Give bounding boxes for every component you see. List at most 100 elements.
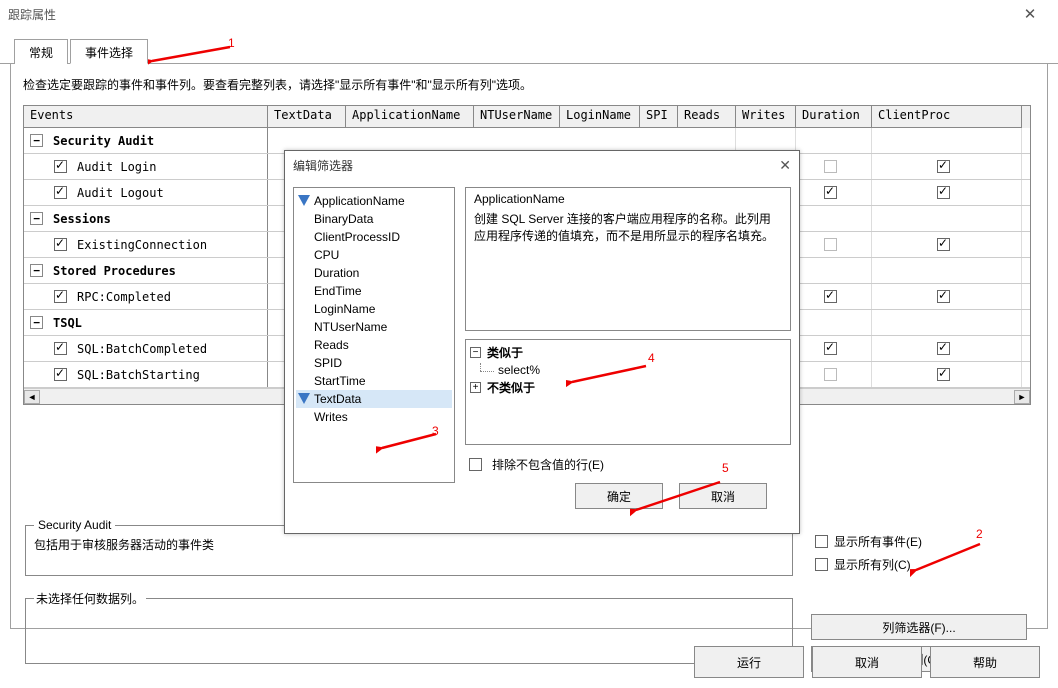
instruction-text: 检查选定要跟踪的事件和事件列。要查看完整列表，请选择"显示所有事件"和"显示所有…: [23, 76, 1035, 93]
event-checkbox[interactable]: [54, 368, 67, 381]
duration-checkbox[interactable]: [824, 160, 837, 173]
event-label: SQL:BatchCompleted: [77, 342, 207, 356]
cancel-button-modal[interactable]: 取消: [679, 483, 767, 509]
filter-item-reads[interactable]: Reads: [296, 336, 452, 354]
col-writes[interactable]: Writes: [736, 106, 796, 128]
tab-strip: 常规 事件选择: [0, 38, 1058, 64]
annotation-2: 2: [976, 527, 983, 541]
scroll-left-icon[interactable]: ◄: [24, 390, 40, 404]
tree-node-like-value[interactable]: select%: [470, 363, 786, 377]
col-appname[interactable]: ApplicationName: [346, 106, 474, 128]
filter-item-clientprocessid[interactable]: ClientProcessID: [296, 228, 452, 246]
filter-item-textdata[interactable]: TextData: [296, 390, 452, 408]
group-label: Security Audit: [53, 134, 154, 148]
bottom-bar: 运行 取消 帮助: [694, 646, 1040, 678]
filter-value[interactable]: select%: [498, 363, 540, 377]
event-checkbox[interactable]: [54, 160, 67, 173]
collapse-icon[interactable]: −: [30, 134, 43, 147]
event-label: ExistingConnection: [77, 238, 207, 252]
like-label: 类似于: [487, 344, 523, 361]
expand-icon[interactable]: +: [470, 382, 481, 393]
filter-item-starttime[interactable]: StartTime: [296, 372, 452, 390]
filter-item-writes[interactable]: Writes: [296, 408, 452, 426]
help-button[interactable]: 帮助: [930, 646, 1040, 678]
show-all-cols-checkbox[interactable]: [815, 558, 828, 571]
filter-item-ntusername[interactable]: NTUserName: [296, 318, 452, 336]
window-title-bar: 跟踪属性 ✕: [0, 0, 1058, 28]
filter-item-duration[interactable]: Duration: [296, 264, 452, 282]
exclude-empty-checkbox[interactable]: [469, 458, 482, 471]
duration-checkbox[interactable]: [824, 342, 837, 355]
event-checkbox[interactable]: [54, 186, 67, 199]
exclude-label: 排除不包含值的行(E): [492, 456, 604, 473]
column-filter-button[interactable]: 列筛选器(F)...: [811, 614, 1027, 640]
show-all-events-checkbox[interactable]: [815, 535, 828, 548]
filter-item-spid[interactable]: SPID: [296, 354, 452, 372]
clientproc-checkbox[interactable]: [937, 160, 950, 173]
filter-item-applicationname[interactable]: ApplicationName: [296, 192, 452, 210]
group-label: TSQL: [53, 316, 82, 330]
col-textdata[interactable]: TextData: [268, 106, 346, 128]
notlike-label: 不类似于: [487, 379, 535, 396]
sec-audit-legend: Security Audit: [34, 518, 115, 532]
event-label: SQL:BatchStarting: [77, 368, 200, 382]
scroll-right-icon[interactable]: ►: [1014, 390, 1030, 404]
filter-description: ApplicationName 创建 SQL Server 连接的客户端应用程序…: [465, 187, 791, 331]
filter-item-cpu[interactable]: CPU: [296, 246, 452, 264]
filter-condition-tree[interactable]: − 类似于 select% + 不类似于: [465, 339, 791, 445]
col-ntuser[interactable]: NTUserName: [474, 106, 560, 128]
event-label: Audit Logout: [77, 186, 164, 200]
cancel-button[interactable]: 取消: [812, 646, 922, 678]
clientproc-checkbox[interactable]: [937, 368, 950, 381]
collapse-icon[interactable]: −: [30, 264, 43, 277]
col-reads[interactable]: Reads: [678, 106, 736, 128]
right-options: 显示所有事件(E) 显示所有列(C): [811, 532, 922, 578]
annotation-3: 3: [432, 424, 439, 438]
col-duration[interactable]: Duration: [796, 106, 872, 128]
col-events[interactable]: Events: [24, 106, 268, 128]
filter-desc-title: ApplicationName: [474, 192, 782, 206]
show-all-cols-label: 显示所有列(C): [834, 556, 911, 573]
group-label: Sessions: [53, 212, 111, 226]
event-label: Audit Login: [77, 160, 156, 174]
col-spi[interactable]: SPI: [640, 106, 678, 128]
close-icon[interactable]: ✕: [779, 157, 791, 174]
tree-node-like[interactable]: − 类似于: [470, 344, 786, 361]
col-clientproc[interactable]: ClientProc: [872, 106, 1022, 128]
edit-filter-dialog: 编辑筛选器 ✕ ApplicationName BinaryData Clien…: [284, 150, 800, 534]
duration-checkbox[interactable]: [824, 290, 837, 303]
filter-item-endtime[interactable]: EndTime: [296, 282, 452, 300]
col-loginname[interactable]: LoginName: [560, 106, 640, 128]
collapse-icon[interactable]: −: [30, 316, 43, 329]
group-label: Stored Procedures: [53, 264, 176, 278]
run-button[interactable]: 运行: [694, 646, 804, 678]
show-all-events-label: 显示所有事件(E): [834, 533, 922, 550]
no-selection-legend: 未选择任何数据列。: [34, 590, 146, 607]
event-checkbox[interactable]: [54, 342, 67, 355]
annotation-4: 4: [648, 351, 655, 365]
clientproc-checkbox[interactable]: [937, 290, 950, 303]
event-checkbox[interactable]: [54, 238, 67, 251]
grid-header: Events TextData ApplicationName NTUserNa…: [24, 106, 1030, 128]
duration-checkbox[interactable]: [824, 238, 837, 251]
clientproc-checkbox[interactable]: [937, 342, 950, 355]
collapse-icon[interactable]: −: [30, 212, 43, 225]
filter-item-loginname[interactable]: LoginName: [296, 300, 452, 318]
duration-checkbox[interactable]: [824, 186, 837, 199]
clientproc-checkbox[interactable]: [937, 238, 950, 251]
ok-button[interactable]: 确定: [575, 483, 663, 509]
event-checkbox[interactable]: [54, 290, 67, 303]
filter-item-binarydata[interactable]: BinaryData: [296, 210, 452, 228]
filter-desc-body: 创建 SQL Server 连接的客户端应用程序的名称。此列用应用程序传递的值填…: [474, 210, 782, 244]
duration-checkbox[interactable]: [824, 368, 837, 381]
tree-node-notlike[interactable]: + 不类似于: [470, 379, 786, 396]
tab-general[interactable]: 常规: [14, 39, 68, 64]
collapse-icon[interactable]: −: [470, 347, 481, 358]
clientproc-checkbox[interactable]: [937, 186, 950, 199]
tab-event-selection[interactable]: 事件选择: [70, 39, 148, 64]
event-label: RPC:Completed: [77, 290, 171, 304]
annotation-5: 5: [722, 461, 729, 475]
window-title: 跟踪属性: [8, 6, 1010, 23]
filter-column-list[interactable]: ApplicationName BinaryData ClientProcess…: [293, 187, 455, 483]
close-icon[interactable]: ✕: [1010, 5, 1050, 23]
